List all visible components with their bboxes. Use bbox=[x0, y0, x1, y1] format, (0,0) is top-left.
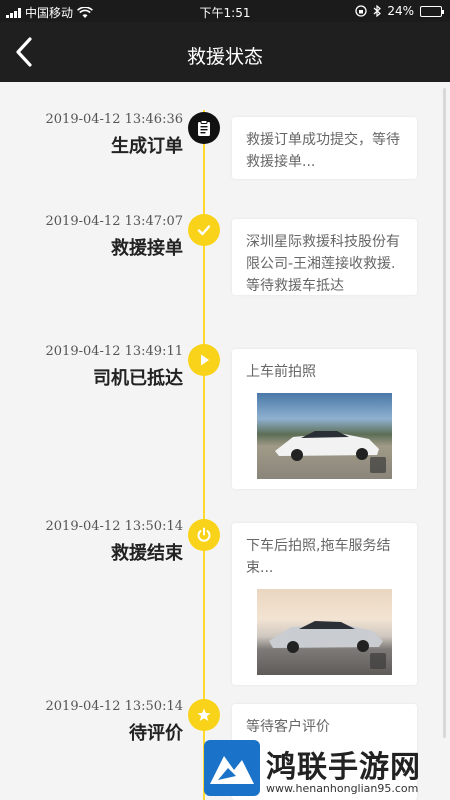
rescue-timeline: 2019-04-12 13:46:36 生成订单 救援订单成功提交，等待救援接单… bbox=[0, 82, 450, 800]
timeline-label: 救援接单 bbox=[111, 238, 183, 259]
card-text: 救援订单成功提交，等待救援接单... bbox=[246, 132, 400, 170]
watermark-logo bbox=[204, 740, 260, 796]
timeline-card[interactable]: 上车前拍照 bbox=[232, 349, 417, 489]
card-text: 等待客户评价 bbox=[246, 719, 330, 735]
rotation-lock-icon bbox=[355, 5, 367, 17]
timeline-label: 待评价 bbox=[129, 723, 183, 744]
watermark-url: www.henanhonglian95.com bbox=[266, 782, 419, 795]
timeline-time: 2019-04-12 13:50:14 bbox=[45, 699, 183, 714]
star-icon bbox=[188, 699, 220, 731]
nav-bar: 救援状态 bbox=[0, 22, 450, 82]
battery-label: 24% bbox=[387, 4, 414, 18]
card-text: 上车前拍照 bbox=[246, 364, 316, 380]
scrollbar[interactable] bbox=[443, 88, 446, 738]
watermark: 鸿联手游网 www.henanhonglian95.com bbox=[200, 740, 450, 800]
timeline-label: 司机已抵达 bbox=[93, 368, 183, 389]
battery-icon bbox=[420, 5, 444, 17]
card-text: 下车后拍照,拖车服务结束... bbox=[246, 538, 391, 576]
timeline-time: 2019-04-12 13:47:07 bbox=[45, 214, 183, 229]
timeline-label: 生成订单 bbox=[111, 136, 183, 157]
flag-icon bbox=[188, 344, 220, 376]
bluetooth-icon bbox=[373, 5, 382, 17]
timeline-card[interactable]: 深圳星际救援科技股份有限公司-王湘莲接收救援.等待救援车抵达 bbox=[232, 219, 417, 295]
card-text: 深圳星际救援科技股份有限公司-王湘莲接收救援.等待救援车抵达 bbox=[246, 234, 400, 294]
status-bar: 中国移动 下午1:51 24% bbox=[0, 0, 450, 22]
watermark-title: 鸿联手游网 bbox=[266, 750, 421, 785]
timeline-time: 2019-04-12 13:49:11 bbox=[45, 344, 183, 359]
power-icon bbox=[188, 519, 220, 551]
timeline-label: 救援结束 bbox=[111, 543, 183, 564]
timeline-card[interactable]: 救援订单成功提交，等待救援接单... bbox=[232, 117, 417, 179]
car-photo[interactable] bbox=[257, 589, 392, 675]
timeline-time: 2019-04-12 13:50:14 bbox=[45, 519, 183, 534]
page-title: 救援状态 bbox=[186, 46, 263, 68]
check-icon bbox=[188, 214, 220, 246]
timeline-card[interactable]: 下车后拍照,拖车服务结束... bbox=[232, 523, 417, 685]
gallery-icon bbox=[370, 457, 386, 473]
gallery-icon bbox=[370, 653, 386, 669]
timeline-time: 2019-04-12 13:46:36 bbox=[45, 112, 183, 127]
car-photo[interactable] bbox=[257, 393, 392, 479]
clipboard-icon bbox=[188, 112, 220, 144]
